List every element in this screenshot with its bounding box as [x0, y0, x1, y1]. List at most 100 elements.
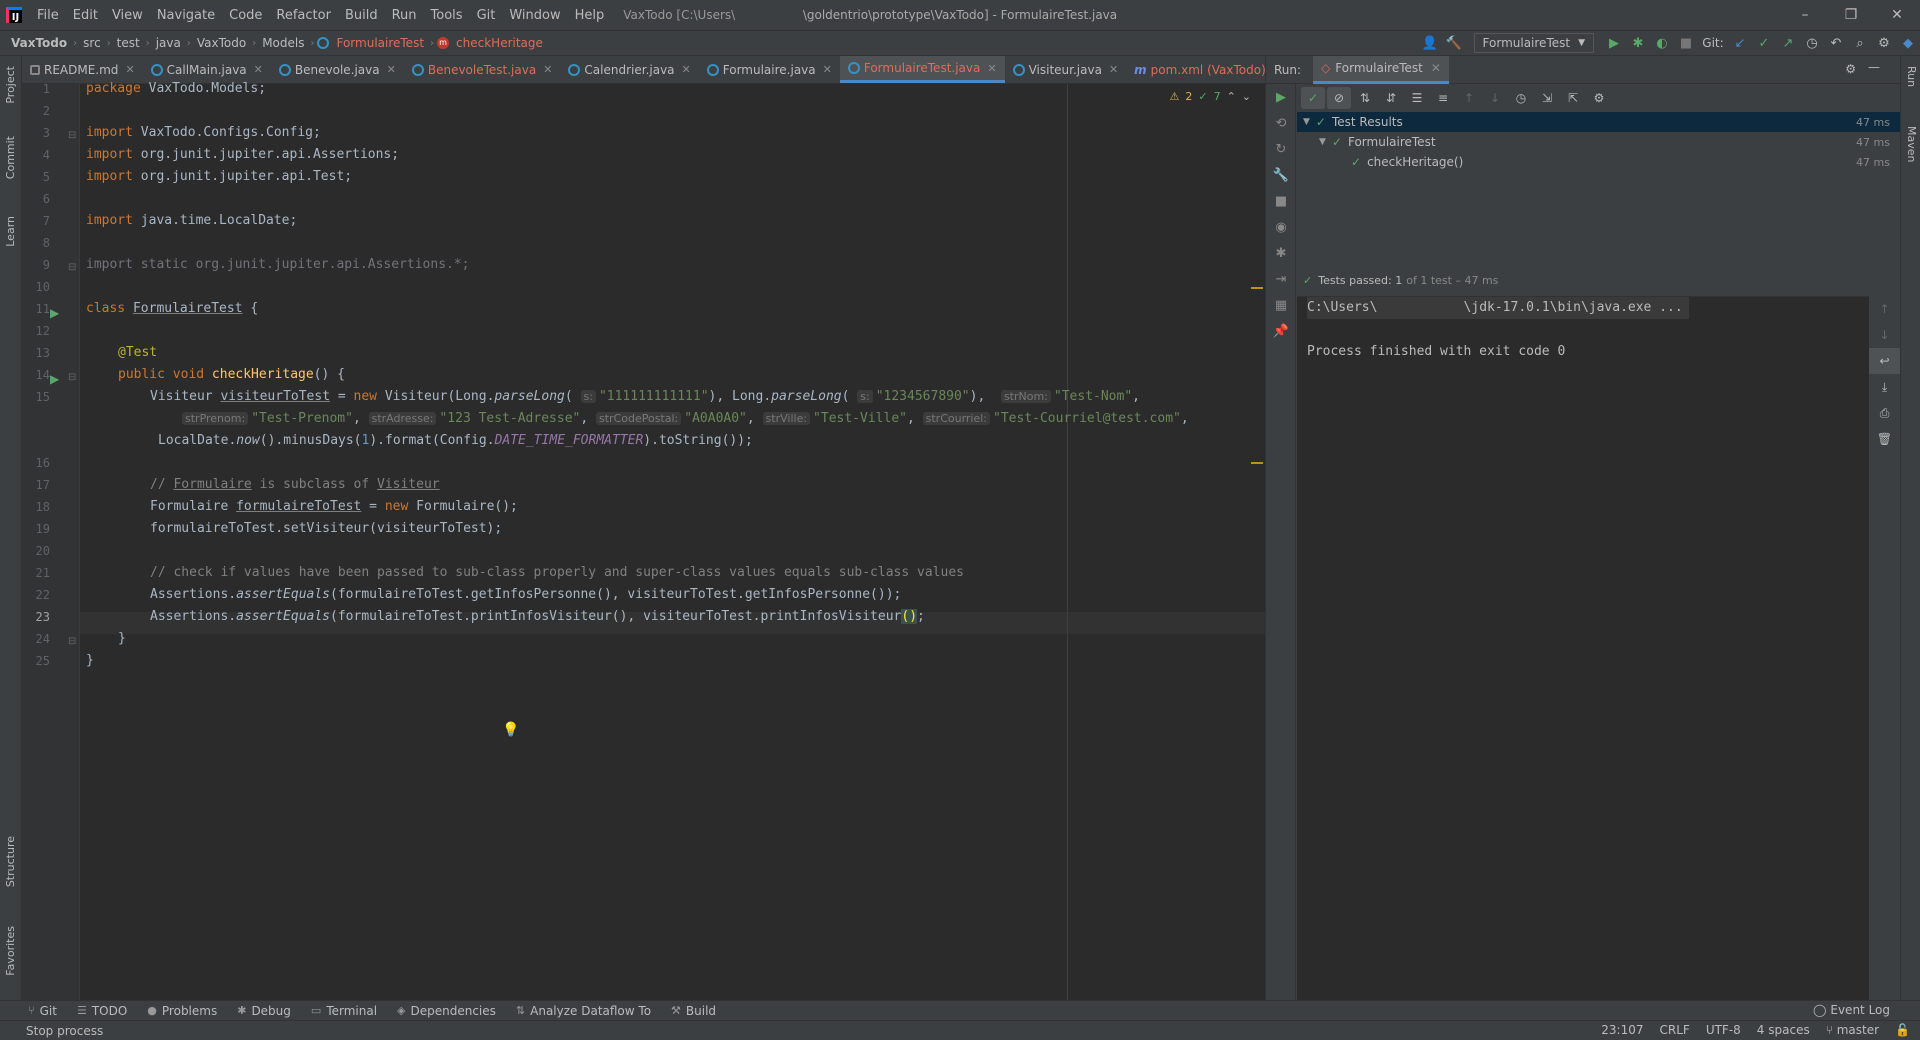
warning-stripe[interactable]	[1251, 462, 1263, 464]
expand-all-icon[interactable]: ☰	[1405, 87, 1429, 109]
run-gutter-icon[interactable]: ▶	[50, 372, 59, 386]
event-log-button[interactable]: ◯ Event Log	[1813, 1003, 1890, 1017]
menu-navigate[interactable]: Navigate	[150, 8, 222, 23]
chevron-down-icon[interactable]: ⌄	[1242, 90, 1251, 103]
tool-debug[interactable]: ✱ Debug	[237, 1004, 291, 1018]
previous-icon[interactable]: ↑	[1457, 87, 1481, 109]
history-icon[interactable]: ◷	[1509, 87, 1533, 109]
file-encoding[interactable]: UTF-8	[1706, 1023, 1741, 1037]
menu-window[interactable]: Window	[502, 8, 567, 23]
rerun-failed-icon[interactable]: ⟲	[1266, 110, 1296, 136]
menu-refactor[interactable]: Refactor	[269, 8, 338, 23]
menu-file[interactable]: File	[30, 8, 66, 23]
tool-run[interactable]: Run	[1905, 66, 1918, 87]
close-button[interactable]: ✕	[1874, 0, 1920, 30]
layout-icon[interactable]: ▦	[1266, 292, 1296, 318]
git-commit-icon[interactable]: ✓	[1752, 31, 1776, 55]
menu-build[interactable]: Build	[338, 8, 385, 23]
breadcrumb-src[interactable]: src	[80, 36, 104, 50]
tool-commit[interactable]: Commit	[4, 136, 17, 179]
restore-button[interactable]: ❐	[1828, 0, 1874, 30]
camera-icon[interactable]: ◉	[1266, 214, 1296, 240]
menu-view[interactable]: View	[105, 8, 150, 23]
close-icon[interactable]: ✕	[682, 63, 691, 76]
menu-git[interactable]: Git	[470, 8, 503, 23]
run-configuration-select[interactable]: FormulaireTest ▼	[1473, 33, 1594, 53]
build-hammer-icon[interactable]: 🔨	[1442, 31, 1466, 55]
lightbulb-icon[interactable]: 💡	[502, 722, 519, 738]
tree-node-class[interactable]: ▼ ✓ FormulaireTest 47 ms	[1297, 132, 1900, 152]
debug-icon[interactable]: ✱	[1626, 31, 1650, 55]
soft-wrap-icon[interactable]: ↩	[1869, 348, 1900, 374]
tab-visiteur[interactable]: Visiteur.java ✕	[1005, 56, 1127, 83]
warning-stripe[interactable]	[1251, 287, 1263, 289]
show-ignored-icon[interactable]: ⊘	[1327, 87, 1351, 109]
coverage-icon[interactable]: ◐	[1650, 31, 1674, 55]
close-icon[interactable]: ✕	[1431, 61, 1441, 75]
menu-help[interactable]: Help	[568, 8, 612, 23]
breadcrumb-test[interactable]: test	[114, 36, 143, 50]
trash-icon[interactable]: 🗑	[1869, 426, 1900, 452]
tool-project[interactable]: Project	[4, 66, 17, 104]
breadcrumb-project[interactable]: VaxTodo	[8, 36, 70, 50]
arrow-down-icon[interactable]: ↓	[1869, 322, 1900, 348]
chevron-up-icon[interactable]: ⌃	[1227, 90, 1236, 103]
tab-formulairetest[interactable]: FormulaireTest.java ✕	[839, 56, 1005, 83]
gear-icon[interactable]: ⚙	[1587, 87, 1611, 109]
sort-alpha-icon[interactable]: ⇅	[1353, 87, 1377, 109]
minimize-panel-icon[interactable]: —	[1868, 60, 1880, 74]
menu-tools[interactable]: Tools	[424, 8, 470, 23]
tool-learn[interactable]: Learn	[4, 216, 17, 247]
tab-pom[interactable]: mpom.xml (VaxTodo)✕	[1126, 56, 1265, 83]
fold-icon[interactable]: ⊟	[68, 372, 76, 383]
minimize-button[interactable]: –	[1782, 0, 1828, 30]
close-icon[interactable]: ✕	[543, 63, 552, 76]
search-icon[interactable]: ⌕	[1848, 31, 1872, 55]
menu-code[interactable]: Code	[222, 8, 269, 23]
sort-duration-icon[interactable]: ⇵	[1379, 87, 1403, 109]
tab-calendrier[interactable]: Calendrier.java ✕	[560, 56, 698, 83]
tool-todo[interactable]: ☰ TODO	[77, 1004, 127, 1018]
tab-benevole[interactable]: Benevole.java ✕	[271, 56, 404, 83]
fold-icon[interactable]: ⊟	[68, 636, 76, 647]
tree-node-root[interactable]: ▼ ✓ Test Results 47 ms	[1297, 112, 1900, 132]
next-icon[interactable]: ↓	[1483, 87, 1507, 109]
stop-icon[interactable]: ■	[1266, 188, 1296, 214]
collapse-all-icon[interactable]: ≡	[1431, 87, 1455, 109]
tool-build[interactable]: ⚒ Build	[671, 1004, 716, 1018]
rollback-icon[interactable]: ↶	[1824, 31, 1848, 55]
pin-icon[interactable]: 📌	[1266, 318, 1296, 344]
console-output[interactable]: C:\Users\ \jdk-17.0.1\bin\java.exe ... P…	[1297, 296, 1870, 1000]
tool-maven[interactable]: Maven	[1905, 126, 1918, 162]
close-icon[interactable]: ✕	[387, 63, 396, 76]
inspection-widget[interactable]: ⚠ 2 ✓ 7 ⌃ ⌄	[1169, 90, 1251, 103]
tool-structure[interactable]: Structure	[4, 836, 17, 887]
export-icon[interactable]: ⇱	[1561, 87, 1585, 109]
chevron-down-icon[interactable]: ▼	[1303, 117, 1310, 127]
close-icon[interactable]: ✕	[823, 63, 832, 76]
import-icon[interactable]: ⇲	[1535, 87, 1559, 109]
fold-icon[interactable]: ⊟	[68, 130, 76, 141]
chevron-down-icon[interactable]: ▼	[1319, 137, 1326, 147]
run-tab[interactable]: ◇ FormulaireTest ✕	[1313, 55, 1449, 84]
tool-favorites[interactable]: Favorites	[4, 926, 17, 976]
scroll-to-end-icon[interactable]: ⤓	[1869, 374, 1900, 400]
close-icon[interactable]: ✕	[254, 63, 263, 76]
breadcrumb-class[interactable]: FormulaireTest	[333, 36, 427, 50]
line-separator[interactable]: CRLF	[1660, 1023, 1690, 1037]
stop-icon[interactable]: ■	[1674, 31, 1698, 55]
breadcrumb-method[interactable]: checkHeritage	[453, 36, 546, 50]
breadcrumb-java[interactable]: java	[153, 36, 184, 50]
tool-dependencies[interactable]: ◈ Dependencies	[397, 1004, 496, 1018]
caret-position[interactable]: 23:107	[1601, 1023, 1643, 1037]
code-editor[interactable]: 1 2 3 4 5 6 7 8 9 10 11 12 13 14 15 16 1…	[22, 81, 1265, 1000]
menu-run[interactable]: Run	[385, 8, 424, 23]
print-icon[interactable]: ⎙	[1869, 400, 1900, 426]
run-icon[interactable]: ▶	[1602, 31, 1626, 55]
menu-edit[interactable]: Edit	[66, 8, 105, 23]
tab-benevoletest[interactable]: BenevoleTest.java ✕	[404, 56, 561, 83]
close-icon[interactable]: ✕	[1109, 63, 1118, 76]
breadcrumb-package[interactable]: VaxTodo	[194, 36, 249, 50]
plugin-icon[interactable]: ◆	[1896, 31, 1920, 55]
close-icon[interactable]: ✕	[987, 62, 996, 75]
